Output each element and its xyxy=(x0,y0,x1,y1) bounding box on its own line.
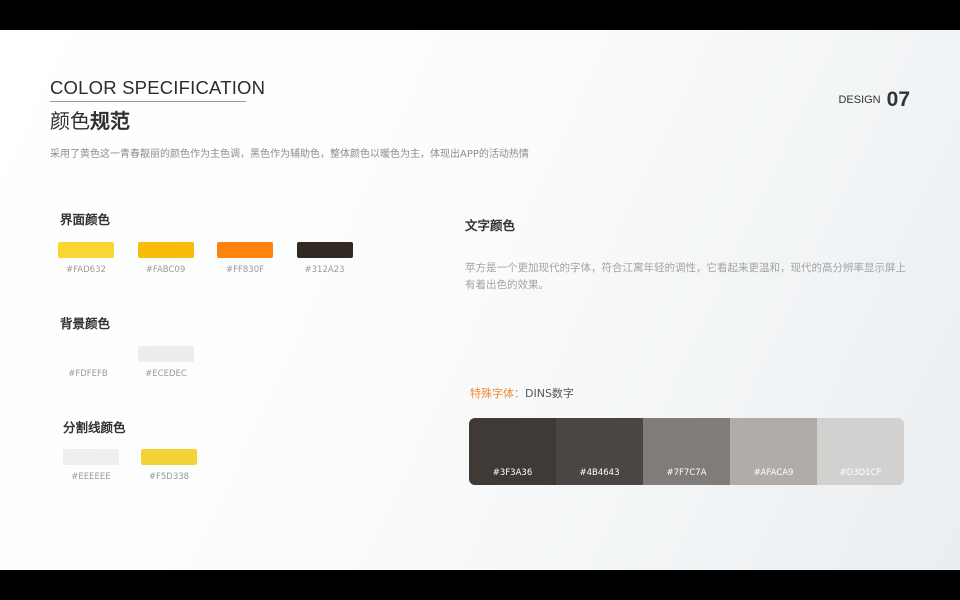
title-chinese-regular: 颜色 xyxy=(50,109,90,133)
strip-color-cell: #4B4643 xyxy=(556,418,643,485)
strip-color-cell: #3F3A36 xyxy=(469,418,556,485)
slide: COLOR SPECIFICATION 颜色 规范 采用了黄色这一青春靓丽的颜色作… xyxy=(0,30,960,570)
color-hex-label: #FF830F xyxy=(225,265,264,275)
color-swatch xyxy=(217,242,273,258)
subtitle: 采用了黄色这一青春靓丽的颜色作为主色调，黑色作为辅助色，整体颜色以暖色为主，体现… xyxy=(50,149,529,160)
color-swatch xyxy=(296,242,353,258)
title-chinese: 颜色 规范 xyxy=(50,105,130,134)
text-color-strip: #3F3A36 #4B4643 #7F7C7A #AFACA9 #D3D1CF xyxy=(469,418,904,485)
section-title-interface: 界面颜色 xyxy=(60,212,111,227)
strip-hex-label: #3F3A36 xyxy=(492,468,533,478)
color-swatch xyxy=(137,242,194,258)
strip-color-cell: #D3D1CF xyxy=(817,418,904,485)
strip-hex-label: #AFACA9 xyxy=(753,468,794,478)
title-divider xyxy=(50,101,246,102)
color-hex-label: #FAD632 xyxy=(66,265,106,275)
color-swatch xyxy=(63,449,119,465)
color-swatch xyxy=(60,346,116,362)
color-swatch xyxy=(141,449,197,465)
section-title-divider: 分割线颜色 xyxy=(63,420,126,435)
color-hex-label: #F5D338 xyxy=(148,472,190,482)
design-tag: DESIGN 07 xyxy=(838,88,910,112)
design-label: DESIGN xyxy=(838,94,881,106)
design-number: 07 xyxy=(886,88,910,111)
special-font-label: 特殊字体： xyxy=(470,387,525,400)
title-english: COLOR SPECIFICATION xyxy=(50,77,266,98)
color-hex-label: #FDFEFB xyxy=(68,369,108,379)
section-title-text: 文字颜色 xyxy=(465,218,516,233)
color-hex-label: #EEEEEE xyxy=(71,472,111,482)
section-title-background: 背景颜色 xyxy=(60,316,111,331)
color-hex-label: #312A23 xyxy=(304,265,345,275)
strip-hex-label: #D3D1CF xyxy=(839,468,882,478)
letterbox-frame: COLOR SPECIFICATION 颜色 规范 采用了黄色这一青春靓丽的颜色作… xyxy=(0,0,960,600)
color-hex-label: #FABC09 xyxy=(145,265,186,275)
color-swatch xyxy=(138,346,194,362)
special-font: 特殊字体：DINS数字 xyxy=(470,385,574,401)
color-swatch xyxy=(58,242,114,258)
strip-hex-label: #7F7C7A xyxy=(666,468,707,478)
strip-color-cell: #7F7C7A xyxy=(643,418,730,485)
color-hex-label: #ECEDEC xyxy=(145,369,187,379)
strip-hex-label: #4B4643 xyxy=(579,468,620,478)
title-chinese-bold: 规范 xyxy=(90,105,130,134)
special-font-value: DINS数字 xyxy=(525,387,574,400)
title-chinese-bold-text: 规范 xyxy=(90,109,130,133)
font-description: 苹方是一个更加现代的字体，符合江寓年轻的调性，它看起来更温和，现代的高分辨率显示… xyxy=(465,262,906,291)
strip-color-cell: #AFACA9 xyxy=(730,418,817,485)
